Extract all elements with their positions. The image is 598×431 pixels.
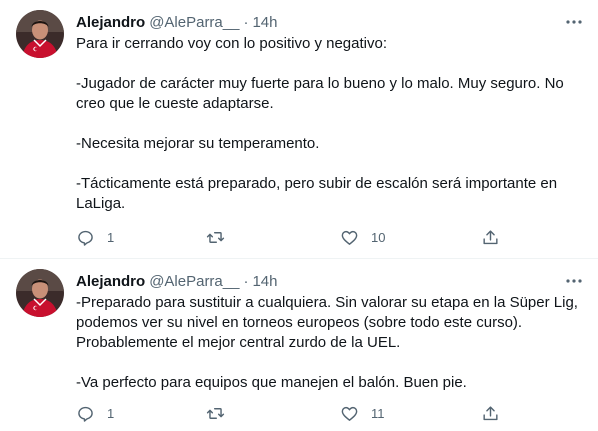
reply-count: 1 — [107, 405, 115, 421]
avatar[interactable] — [16, 10, 64, 58]
like-count: 10 — [371, 229, 386, 245]
author-name[interactable]: Alejandro — [76, 14, 145, 31]
timestamp[interactable]: 14h — [252, 273, 277, 290]
like-button[interactable]: 10 — [340, 226, 385, 248]
tweet-paragraph: -Preparado para sustituir a cualquiera. … — [76, 294, 578, 351]
tweet-paragraph: Para ir cerrando voy con lo positivo y n… — [76, 35, 387, 52]
reply-icon — [76, 404, 95, 423]
more-horizontal-icon[interactable] — [564, 12, 584, 32]
tweet[interactable]: Alejandro @AleParra__ · 14h -Preparado p… — [0, 259, 598, 431]
retweet-button[interactable] — [206, 402, 237, 424]
share-icon — [481, 228, 500, 247]
action-bar: 1 11 — [76, 402, 516, 424]
like-icon — [340, 404, 359, 423]
share-icon — [481, 404, 500, 423]
timestamp[interactable]: 14h — [252, 14, 277, 31]
reply-icon — [76, 228, 95, 247]
like-button[interactable]: 11 — [340, 402, 385, 424]
retweet-icon — [206, 228, 225, 247]
author-handle[interactable]: @AleParra__ — [149, 14, 239, 31]
share-button[interactable] — [481, 226, 500, 248]
tweet-text: Para ir cerrando voy con lo positivo y n… — [76, 34, 586, 214]
tweet-paragraph: -Tácticamente está preparado, pero subir… — [76, 175, 558, 212]
like-count: 11 — [371, 405, 385, 421]
tweet-paragraph: -Va perfecto para equipos que manejen el… — [76, 374, 467, 391]
more-horizontal-icon[interactable] — [564, 271, 584, 291]
tweet-paragraph: -Jugador de carácter muy fuerte para lo … — [76, 75, 564, 112]
separator-dot: · — [243, 272, 249, 290]
tweet-text: -Preparado para sustituir a cualquiera. … — [76, 293, 586, 393]
tweet[interactable]: Alejandro @AleParra__ · 14h Para ir cerr… — [0, 0, 598, 259]
tweet-header: Alejandro @AleParra__ · 14h — [76, 271, 278, 291]
retweet-icon — [206, 404, 225, 423]
tweet-header: Alejandro @AleParra__ · 14h — [76, 12, 278, 32]
reply-button[interactable]: 1 — [76, 226, 114, 248]
retweet-button[interactable] — [206, 226, 237, 248]
action-bar: 1 10 — [76, 226, 516, 248]
share-button[interactable] — [481, 402, 500, 424]
reply-count: 1 — [107, 229, 115, 245]
author-name[interactable]: Alejandro — [76, 273, 145, 290]
separator-dot: · — [243, 13, 249, 31]
reply-button[interactable]: 1 — [76, 402, 114, 424]
like-icon — [340, 228, 359, 247]
tweet-paragraph: -Necesita mejorar su temperamento. — [76, 135, 320, 152]
author-handle[interactable]: @AleParra__ — [149, 273, 239, 290]
avatar[interactable] — [16, 269, 64, 317]
